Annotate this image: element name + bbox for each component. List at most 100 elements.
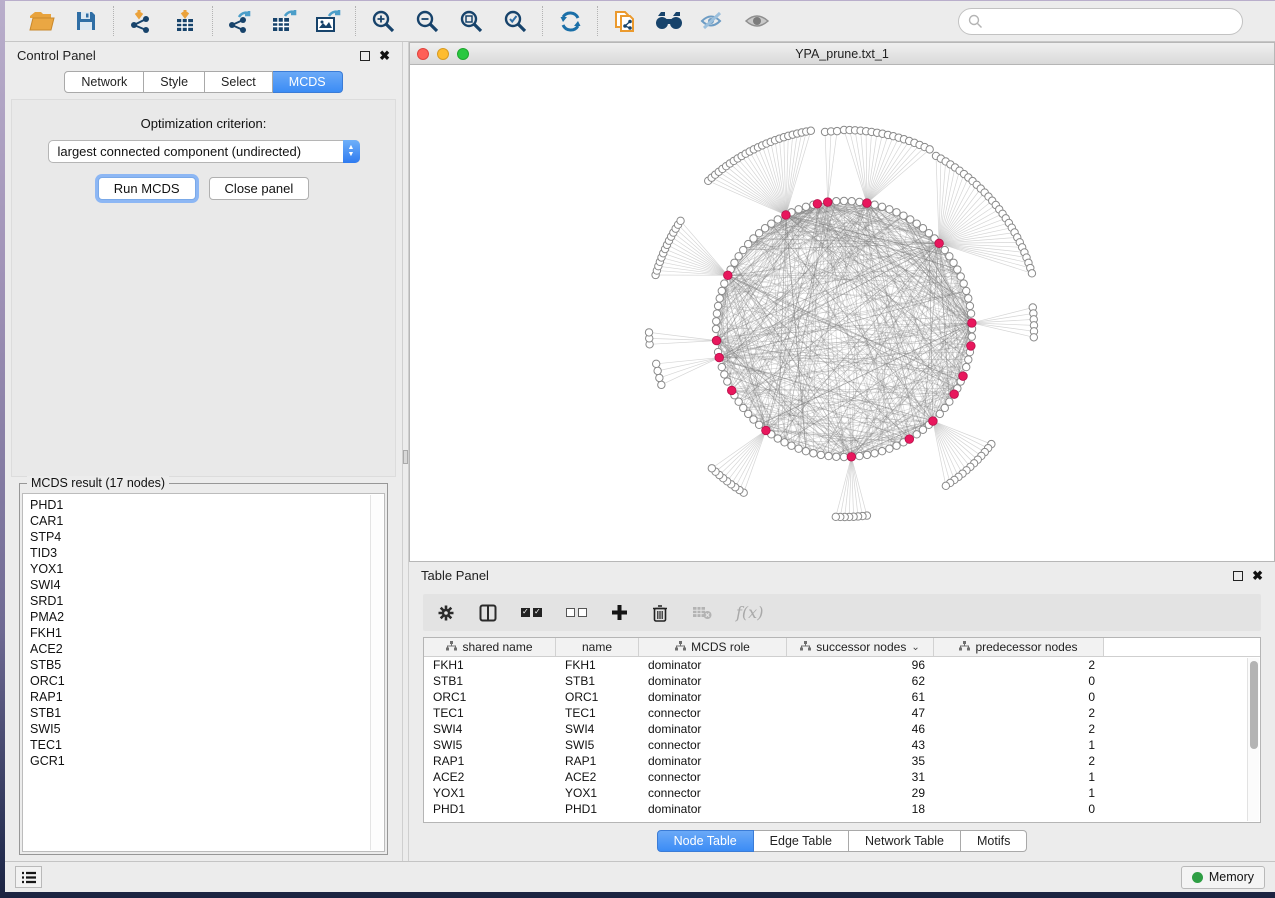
search-network-button[interactable] [654,6,684,36]
zoom-selected-button[interactable] [500,6,530,36]
tab-network[interactable]: Network [64,71,144,93]
main-toolbar [5,1,1275,42]
table-scrollbar-thumb[interactable] [1250,661,1258,749]
mcds-result-item[interactable]: STB5 [30,657,366,673]
close-table-panel-icon[interactable]: ✖ [1252,571,1263,581]
gear-icon [437,604,455,622]
table-cell: dominator [639,722,787,736]
copy-network-button[interactable] [610,6,640,36]
table-row[interactable]: STB1STB1dominator620 [424,673,1260,689]
table-cell: RAP1 [556,754,639,768]
zoom-out-button[interactable] [412,6,442,36]
search-input[interactable] [958,8,1243,35]
export-table-button[interactable] [269,6,299,36]
hide-selection-button[interactable] [698,6,728,36]
shared-column-icon [675,640,686,654]
mcds-result-list[interactable]: PHD1CAR1STP4TID3YOX1SWI4SRD1PMA2FKH1ACE2… [22,493,385,852]
refresh-view-button[interactable] [555,6,585,36]
mcds-result-item[interactable]: STP4 [30,529,366,545]
memory-button[interactable]: Memory [1181,866,1265,889]
panel-splitter[interactable] [402,42,409,861]
tab-mcds[interactable]: MCDS [273,71,343,93]
mcds-result-item[interactable]: YOX1 [30,561,366,577]
network-window-titlebar[interactable]: YPA_prune.txt_1 [410,43,1274,65]
table-row[interactable]: ORC1ORC1dominator610 [424,689,1260,705]
mcds-result-item[interactable]: SWI5 [30,721,366,737]
import-table-button[interactable] [170,6,200,36]
table-cell: dominator [639,674,787,688]
column-header-successor-nodes[interactable]: successor nodes⌄ [787,638,934,656]
show-selection-button[interactable] [742,6,772,36]
status-bar: Memory [5,861,1275,892]
table-cell: dominator [639,658,787,672]
close-panel-icon[interactable]: ✖ [379,51,390,61]
mcds-result-item[interactable]: STB1 [30,705,366,721]
table-row[interactable]: TEC1TEC1connector472 [424,705,1260,721]
column-header-MCDS-role[interactable]: MCDS role [639,638,787,656]
export-network-button[interactable] [225,6,255,36]
mcds-result-item[interactable]: PHD1 [30,497,366,513]
tab-style[interactable]: Style [144,71,205,93]
deselect-all-columns-button[interactable] [566,608,587,617]
network-canvas[interactable] [410,65,1274,561]
show-columns-button[interactable] [479,604,497,622]
mcds-result-item[interactable]: TID3 [30,545,366,561]
mcds-list-scrollbar[interactable] [370,495,383,850]
table-row[interactable]: RAP1RAP1dominator352 [424,753,1260,769]
show-panels-button[interactable] [15,866,42,888]
tab-select[interactable]: Select [205,71,273,93]
table-scrollbar[interactable] [1247,658,1259,821]
close-panel-button[interactable]: Close panel [209,177,310,200]
mcds-result-item[interactable]: FKH1 [30,625,366,641]
table-cell: ORC1 [556,690,639,704]
table-cell: 2 [934,754,1104,768]
tab-motifs[interactable]: Motifs [961,830,1027,852]
float-panel-icon[interactable] [360,51,370,61]
delete-column-button[interactable] [652,604,668,622]
network-graph [410,65,1274,561]
columns-icon [479,604,497,622]
tab-edge-table[interactable]: Edge Table [754,830,849,852]
save-session-button[interactable] [71,6,101,36]
export-image-button[interactable] [313,6,343,36]
checked-box-icon [533,608,542,617]
column-header-name[interactable]: name [556,638,639,656]
mcds-result-item[interactable]: TEC1 [30,737,366,753]
mcds-result-item[interactable]: RAP1 [30,689,366,705]
mcds-result-item[interactable]: CAR1 [30,513,366,529]
table-row[interactable]: YOX1YOX1connector291 [424,785,1260,801]
select-all-columns-button[interactable] [521,608,542,617]
table-row[interactable]: SWI5SWI5connector431 [424,737,1260,753]
mcds-result-item[interactable]: ORC1 [30,673,366,689]
column-header-predecessor-nodes[interactable]: predecessor nodes [934,638,1104,656]
column-header-label: name [582,640,612,654]
column-header-shared-name[interactable]: shared name [424,638,556,656]
mcds-result-item[interactable]: ACE2 [30,641,366,657]
mcds-result-item[interactable]: GCR1 [30,753,366,769]
node-table[interactable]: shared name name MCDS rolesuccessor nodes⌄… [423,637,1261,823]
tab-network-table[interactable]: Network Table [849,830,961,852]
tab-node-table[interactable]: Node Table [657,830,754,852]
table-row[interactable]: FKH1FKH1dominator962 [424,657,1260,673]
create-column-button[interactable] [611,604,628,621]
mcds-result-item[interactable]: SWI4 [30,577,366,593]
open-file-button[interactable] [27,6,57,36]
mcds-result-item[interactable]: PMA2 [30,609,366,625]
table-row[interactable]: ACE2ACE2connector311 [424,769,1260,785]
table-cell: FKH1 [556,658,639,672]
zoom-in-button[interactable] [368,6,398,36]
table-row[interactable]: SWI4SWI4dominator462 [424,721,1260,737]
mcds-result-item[interactable]: SRD1 [30,593,366,609]
delete-table-button[interactable] [692,605,712,620]
zoom-fit-button[interactable] [456,6,486,36]
run-mcds-button[interactable]: Run MCDS [98,177,196,200]
table-settings-button[interactable] [437,604,455,622]
mcds-tab-content: Optimization criterion: largest connecte… [11,99,396,477]
table-header-row: shared name name MCDS rolesuccessor nodes⌄… [424,638,1260,657]
apply-function-button[interactable]: f(x) [736,603,763,622]
criterion-select[interactable]: largest connected component (undirected)… [48,140,360,163]
import-network-button[interactable] [126,6,156,36]
table-cell: 0 [934,802,1104,816]
float-table-panel-icon[interactable] [1233,571,1243,581]
table-row[interactable]: PHD1PHD1dominator180 [424,801,1260,817]
